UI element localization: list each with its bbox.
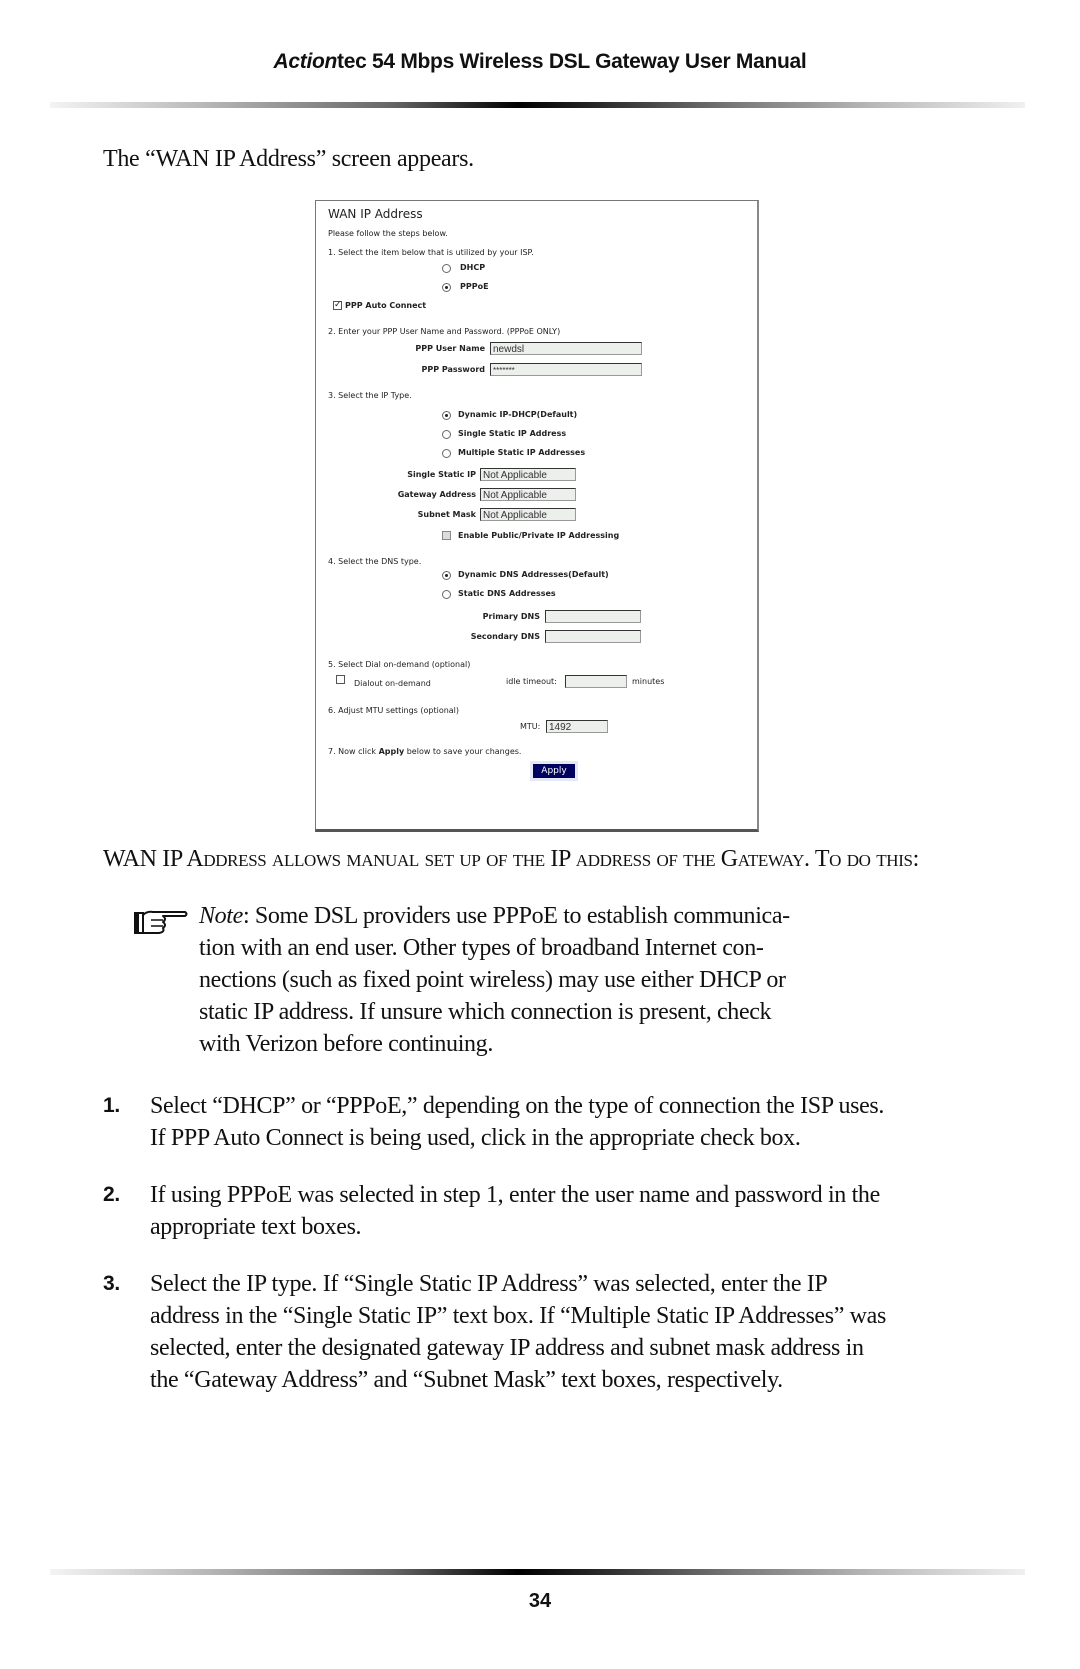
radio-single-static[interactable] [442,430,451,439]
step-5-text: 5. Select Dial on-demand (optional) [328,660,471,669]
ppp-username-input[interactable]: newdsl [490,342,642,355]
password-label: PPP Password [421,365,485,374]
minutes-label: minutes [632,677,665,686]
ppp-password-input[interactable]: ******* [490,363,642,376]
gateway-address-input[interactable]: Not Applicable [480,488,576,501]
screen-title: WAN IP Address [328,207,423,221]
step-3-line-3: selected, enter the designated gateway I… [150,1335,864,1361]
pointing-hand-icon [134,910,188,934]
step-4-text: 4. Select the DNS type. [328,557,422,566]
step-7-text: 7. Now click Apply below to save your ch… [328,747,521,756]
note-label: Note [199,903,243,929]
step-1-line-1: Select “DHCP” or “PPPoE,” depending on t… [150,1093,885,1119]
radio-static-dns[interactable] [442,590,451,599]
secondary-dns-label: Secondary DNS [470,632,540,641]
ppp-auto-connect-label: PPP Auto Connect [345,301,427,310]
radio-pppoe[interactable] [442,283,451,292]
step-1-text: 1. Select the item below that is utilize… [328,248,534,257]
subnet-mask-label: Subnet Mask [417,510,476,519]
wan-ip-screenshot: WAN IP Address Please follow the steps b… [315,200,759,832]
step-2: 2. If using PPPoE was selected in step 1,… [103,1179,983,1243]
page-number: 34 [528,1590,552,1612]
step-6-text: 6. Adjust MTU settings (optional) [328,706,460,715]
step-2-text: 2. Enter your PPP User Name and Password… [328,327,561,336]
manual-header-title: Actiontec 54 Mbps Wireless DSL Gateway U… [0,50,1080,74]
ppp-auto-connect-checkbox[interactable]: ✓ [333,301,342,310]
radio-dhcp[interactable] [442,264,451,273]
step-7-bold: Apply [378,747,405,756]
dialout-checkbox[interactable] [336,675,345,684]
radio-dhcp-label: DHCP [460,263,486,272]
footer-divider [50,1569,1025,1575]
apply-button[interactable]: Apply [530,761,578,781]
step-3-text: 3. Select the IP Type. [328,391,412,400]
step-2-line-1: If using PPPoE was selected in step 1, e… [150,1182,880,1208]
note-line-5: with Verizon before continuing. [199,1031,493,1057]
instructions: Please follow the steps below. [328,229,448,238]
note-line-1: : Some DSL providers use PPPoE to establ… [242,903,790,929]
radio-pppoe-label: PPPoE [460,282,489,291]
intro-text: The “WAN IP Address” screen appears. [103,146,474,172]
step-2-number: 2. [103,1183,120,1206]
public-private-label: Enable Public/Private IP Addressing [458,531,620,540]
radio-multiple-static[interactable] [442,449,451,458]
primary-dns-label: Primary DNS [482,612,540,621]
username-label: PPP User Name [415,344,485,353]
radio-dynamic-ip[interactable] [442,411,451,420]
note-line-3: nections (such as fixed point wireless) … [199,967,786,993]
radio-multiple-static-label: Multiple Static IP Addresses [458,448,586,457]
subnet-mask-input[interactable]: Not Applicable [480,508,576,521]
step-3: 3. Select the IP type. If “Single Static … [103,1268,983,1396]
step-7-prefix: 7. Now click [328,747,379,756]
mtu-label: MTU: [520,722,541,731]
step-1: 1. Select “DHCP” or “PPPoE,” depending on… [103,1090,983,1154]
step-3-number: 3. [103,1272,120,1295]
radio-dynamic-dns[interactable] [442,571,451,580]
step-2-line-2: appropriate text boxes. [150,1214,362,1240]
public-private-checkbox[interactable] [442,531,451,540]
note-line-4: static IP address. If unsure which conne… [199,999,772,1025]
step-3-line-1: Select the IP type. If “Single Static IP… [150,1271,828,1297]
header-brand-italic: Action [273,50,338,73]
idle-timeout-label: idle timeout: [506,677,557,686]
radio-single-static-label: Single Static IP Address [458,429,567,438]
secondary-dns-input[interactable] [545,630,641,643]
step-7-suffix: below to save your changes. [404,747,522,756]
radio-static-dns-label: Static DNS Addresses [458,589,556,598]
idle-timeout-input[interactable] [565,675,627,688]
header-title-rest: tec 54 Mbps Wireless DSL Gateway User Ma… [337,50,807,73]
radio-dynamic-dns-label: Dynamic DNS Addresses(Default) [458,570,609,579]
header-divider [50,102,1025,108]
primary-dns-input[interactable] [545,610,641,623]
single-static-ip-label: Single Static IP [407,470,476,479]
single-static-ip-input[interactable]: Not Applicable [480,468,576,481]
step-1-line-2: If PPP Auto Connect is being used, click… [150,1125,801,1151]
note-line-2: tion with an end user. Other types of br… [199,935,764,961]
dialout-label: Dialout on-demand [354,679,431,688]
radio-dynamic-ip-label: Dynamic IP-DHCP(Default) [458,410,578,419]
note-block: Note: Some DSL providers use PPPoE to es… [199,900,889,1060]
mtu-input[interactable]: 1492 [546,720,608,733]
step-3-line-2: address in the “Single Static IP” text b… [150,1303,886,1329]
body-text-content: WAN IP Address allows manual set up of t… [103,846,919,872]
step-1-number: 1. [103,1094,120,1117]
body-text: WAN IP Address allows manual set up of t… [103,843,919,875]
gateway-address-label: Gateway Address [397,490,476,499]
step-3-line-4: the “Gateway Address” and “Subnet Mask” … [150,1367,783,1393]
